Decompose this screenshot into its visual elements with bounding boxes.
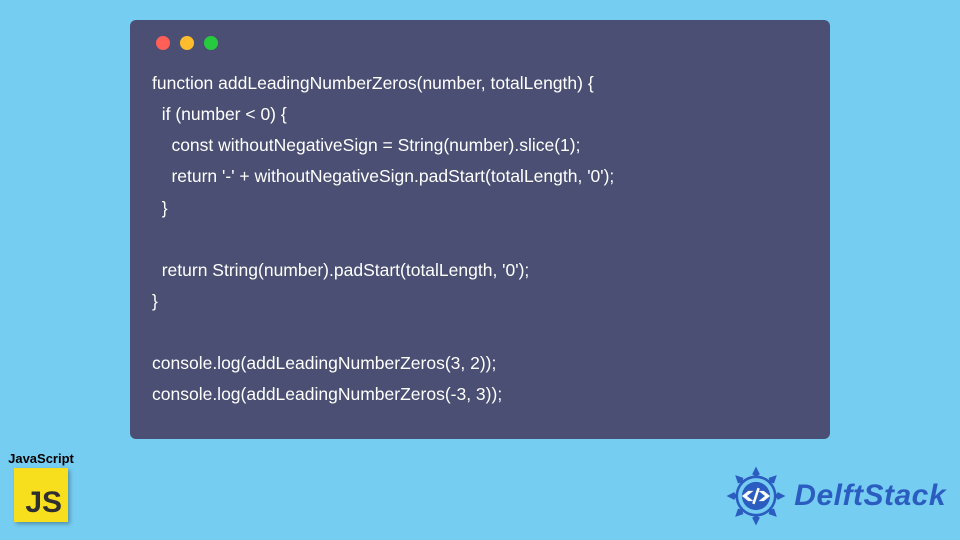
code-line: }: [152, 198, 168, 218]
delftstack-emblem-icon: [724, 464, 788, 528]
js-letter-s: S: [42, 488, 62, 518]
javascript-label: JavaScript: [6, 451, 76, 466]
code-line: if (number < 0) {: [152, 104, 287, 124]
maximize-icon: [204, 36, 218, 50]
minimize-icon: [180, 36, 194, 50]
code-line: function addLeadingNumberZeros(number, t…: [152, 73, 594, 93]
code-block: function addLeadingNumberZeros(number, t…: [152, 68, 808, 411]
code-line: const withoutNegativeSign = String(numbe…: [152, 135, 580, 155]
delftstack-text: DelftStack: [794, 479, 946, 513]
window-traffic-lights: [152, 36, 808, 50]
javascript-badge: JavaScript J S: [6, 451, 76, 522]
code-line: return '-' + withoutNegativeSign.padStar…: [152, 166, 614, 186]
code-line: console.log(addLeadingNumberZeros(3, 2))…: [152, 353, 496, 373]
code-line: console.log(addLeadingNumberZeros(-3, 3)…: [152, 384, 502, 404]
close-icon: [156, 36, 170, 50]
javascript-logo-icon: J S: [14, 468, 68, 522]
code-line: return String(number).padStart(totalLeng…: [152, 260, 529, 280]
code-window: function addLeadingNumberZeros(number, t…: [130, 20, 830, 439]
code-line: }: [152, 291, 158, 311]
js-letter-j: J: [25, 488, 42, 518]
delftstack-logo: DelftStack: [724, 464, 946, 528]
